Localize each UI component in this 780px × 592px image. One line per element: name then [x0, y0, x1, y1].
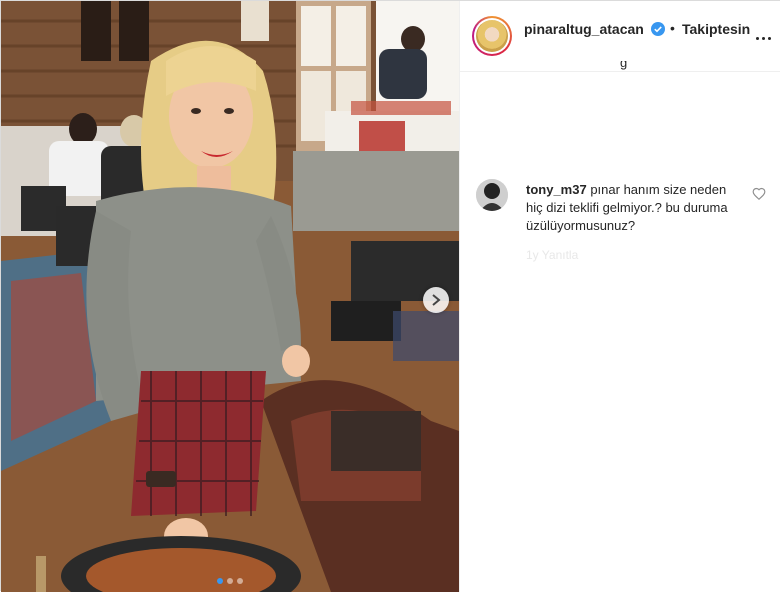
- more-dot-icon: [762, 37, 765, 40]
- comment-meta: 1y Yanıtla: [526, 248, 579, 262]
- avatar-image: [476, 20, 508, 52]
- comment-body: tony_m37 pınar hanım size neden hiç dizi…: [526, 181, 744, 235]
- carousel-dot: [237, 578, 243, 584]
- carousel-dot-active: [217, 578, 223, 584]
- more-dot-icon: [756, 37, 759, 40]
- commenter-avatar[interactable]: [476, 179, 508, 211]
- post-photo[interactable]: [1, 1, 459, 592]
- caption-fragment: g: [620, 61, 640, 75]
- carousel-indicator: [1, 578, 459, 584]
- instagram-post: pinaraltug_atacan • Takiptesin g tony_m3…: [0, 0, 780, 592]
- verified-badge-icon: [651, 22, 665, 36]
- chevron-right-icon: [432, 294, 441, 306]
- like-comment-heart-icon[interactable]: [752, 187, 766, 201]
- author-avatar[interactable]: [472, 16, 512, 56]
- more-options-button[interactable]: [756, 27, 774, 40]
- caption-fragment-text: g: [620, 61, 628, 70]
- carousel-dot: [227, 578, 233, 584]
- next-image-button[interactable]: [423, 287, 449, 313]
- commenter-avatar-image: [476, 179, 508, 211]
- follow-status-button[interactable]: Takiptesin: [682, 21, 750, 37]
- more-dot-icon: [768, 37, 771, 40]
- commenter-username[interactable]: tony_m37: [526, 182, 587, 197]
- avatar-border: [474, 18, 510, 54]
- header-separator: •: [670, 20, 675, 36]
- post-photo-illustration: [1, 1, 459, 592]
- author-username[interactable]: pinaraltug_atacan: [524, 21, 644, 37]
- post-side-panel: pinaraltug_atacan • Takiptesin g tony_m3…: [459, 1, 780, 592]
